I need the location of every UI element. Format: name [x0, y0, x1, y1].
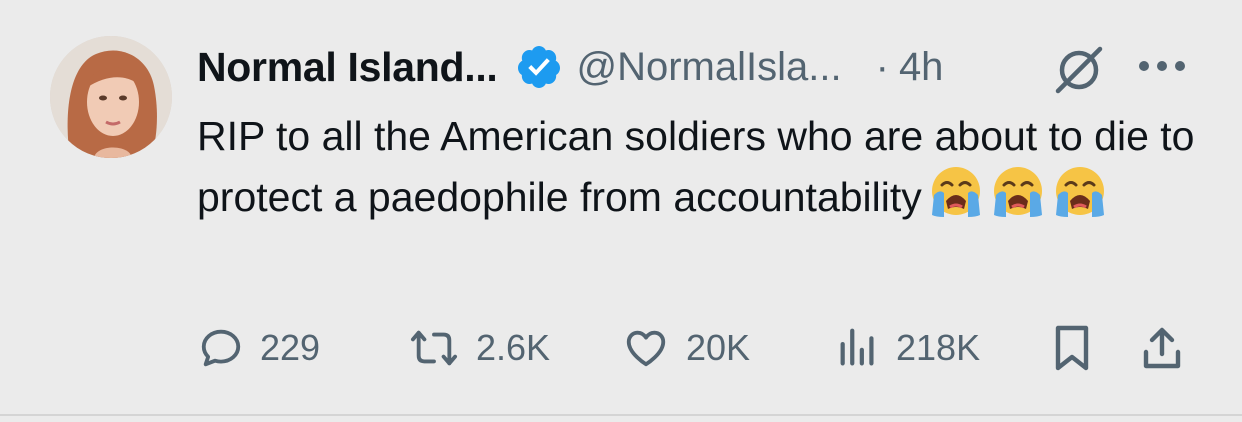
author-handle[interactable]: @NormalIsla...	[577, 45, 842, 90]
reply-icon	[198, 325, 244, 371]
repost-icon	[408, 325, 460, 371]
bookmark-icon	[1052, 324, 1092, 372]
loudly-crying-face-icon	[1052, 165, 1108, 221]
more-icon[interactable]	[1136, 54, 1188, 78]
timestamp[interactable]: 4h	[899, 45, 944, 90]
repost-button[interactable]: 2.6K	[408, 318, 550, 378]
repost-count: 2.6K	[476, 327, 551, 368]
verified-badge-icon[interactable]	[515, 43, 563, 91]
views-button[interactable]: 218K	[836, 318, 980, 378]
grok-icon[interactable]	[1052, 42, 1106, 96]
share-icon	[1140, 324, 1184, 372]
tweet-text: RIP to all the American soldiers who are…	[197, 108, 1197, 226]
divider	[0, 414, 1242, 416]
loudly-crying-face-icon	[990, 165, 1046, 221]
reply-count: 229	[260, 327, 321, 368]
share-button[interactable]	[1140, 318, 1184, 378]
avatar[interactable]	[50, 36, 172, 158]
bookmark-button[interactable]	[1052, 318, 1092, 378]
action-bar: 229 2.6K 20K 218K	[0, 318, 1242, 378]
like-icon	[622, 325, 670, 371]
author-display-name[interactable]: Normal Island...	[197, 44, 498, 91]
loudly-crying-face-icon	[928, 165, 984, 221]
views-count: 218K	[896, 327, 981, 368]
views-icon	[836, 325, 880, 371]
like-button[interactable]: 20K	[622, 318, 750, 378]
like-count: 20K	[686, 327, 751, 368]
reply-button[interactable]: 229	[198, 318, 320, 378]
separator-dot: ·	[875, 44, 889, 89]
